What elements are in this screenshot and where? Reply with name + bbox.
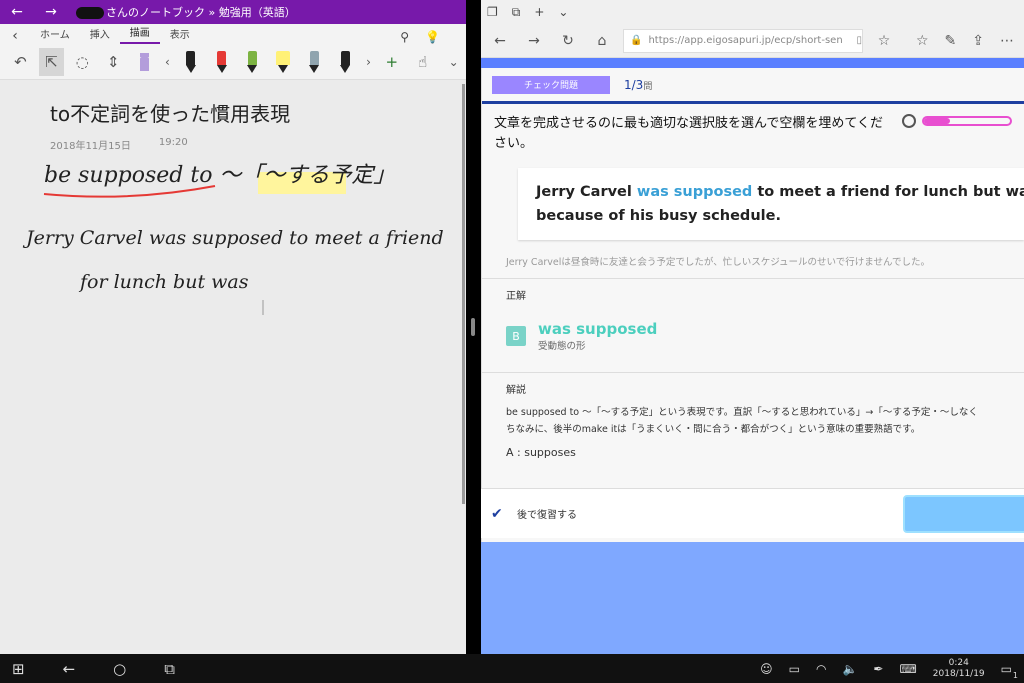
chevron-left-icon[interactable]: ‹ — [0, 28, 30, 44]
question-counter: 1/3問 — [624, 77, 653, 92]
pen-gray[interactable] — [302, 48, 327, 76]
question-sentence: Jerry Carvel was supposed to meet a frie… — [518, 168, 1024, 240]
back-arrow-icon[interactable]: ← — [0, 4, 34, 20]
cortana-icon[interactable]: ○ — [113, 660, 126, 678]
edge-tabbar: ❐ ⧉ + ⌄ — [481, 0, 1024, 24]
review-label[interactable]: 後で復習する — [517, 506, 577, 521]
next-button[interactable] — [903, 495, 1024, 533]
timer — [902, 114, 1012, 128]
url-text[interactable]: https://app.eigosapuri.jp/ecp/short-sen — [648, 35, 850, 46]
volume-icon[interactable]: 🔈 — [842, 662, 857, 676]
chevron-down-icon[interactable]: ⌄ — [558, 5, 568, 19]
back-icon[interactable]: ← — [63, 660, 76, 678]
timer-fill — [924, 118, 950, 124]
tab-preview-icon[interactable]: ⧉ — [512, 5, 521, 20]
lasso-icon[interactable]: ◌ — [70, 48, 95, 76]
redacted-name — [76, 7, 104, 19]
site-header-bar — [481, 58, 1024, 68]
tab-view[interactable]: 表示 — [160, 26, 200, 44]
address-bar-row: ← → ↻ ⌂ 🔒 https://app.eigosapuri.jp/ecp/… — [481, 24, 1024, 58]
new-tab-icon[interactable]: + — [534, 5, 544, 19]
pen-black-2[interactable] — [333, 48, 358, 76]
pen-green[interactable] — [240, 48, 265, 76]
taskbar: ⊞ ← ○ ⧉ ☺ ▭ ◠ 🔈 ✒ ⌨ 0:24 2018/11/19 ▭ 1 — [0, 654, 1024, 683]
ink-line-2: Jerry Carvel was supposed to meet a frie… — [22, 227, 444, 249]
ink-line-3: for lunch but was — [78, 271, 249, 293]
check-question-badge: チェック問題 — [492, 75, 610, 94]
edge-window: ❐ ⧉ + ⌄ ← → ↻ ⌂ 🔒 https://app.eigosapuri… — [481, 0, 1024, 654]
battery-icon[interactable]: ▭ — [789, 662, 800, 676]
explanation-heading: 解説 — [482, 372, 1024, 396]
quiz-header: チェック問題 1/3問 — [482, 68, 1024, 104]
chevron-left-icon[interactable]: ‹ — [163, 48, 173, 76]
home-icon[interactable]: ⌂ — [589, 33, 615, 49]
tabs-aside-icon[interactable]: ❐ — [487, 5, 498, 19]
correct-heading: 正解 — [482, 278, 1024, 302]
instruction-text: 文章を完成させるのに最も適切な選択肢を選んで空欄を埋めてください。 — [494, 114, 1012, 154]
timer-bar — [922, 116, 1012, 126]
share-icon[interactable]: ⇪ — [972, 33, 984, 49]
people-icon[interactable]: ☺ — [760, 662, 773, 676]
clock[interactable]: 0:24 2018/11/19 — [933, 658, 985, 680]
quiz-footer: ✔ 後で復習する — [481, 488, 1024, 538]
notebook-breadcrumb: さんのノートブック » 勉強用（英語） — [76, 4, 296, 20]
favorites-list-icon[interactable]: ☆ — [916, 33, 929, 49]
tab-draw[interactable]: 描画 — [119, 24, 160, 44]
split-grip[interactable] — [471, 318, 475, 336]
tab-insert[interactable]: 挿入 — [80, 26, 120, 44]
note-page[interactable]: to不定詞を使った慣用表現 2018年11月15日 19:20 — [0, 98, 466, 152]
windows-start-icon[interactable]: ⊞ — [12, 660, 25, 678]
review-checkbox[interactable]: ✔ — [491, 506, 511, 522]
onenote-window: ← → さんのノートブック » 勉強用（英語） ‹ ホーム 挿入 描画 表示 ⚲… — [0, 0, 466, 654]
undo-icon[interactable]: ↶ — [8, 48, 33, 76]
scrollbar[interactable] — [462, 84, 465, 504]
task-view-icon[interactable]: ⧉ — [164, 660, 175, 678]
explanation-text: be supposed to ～「～する予定」という表現です。直訳「～すると思わ… — [506, 407, 978, 435]
pen-black[interactable] — [178, 48, 203, 76]
pen-workspace-icon[interactable]: ✒ — [873, 662, 883, 676]
back-icon[interactable]: ← — [487, 33, 513, 49]
stopwatch-icon — [902, 114, 916, 128]
answer-subtext: 受動態の形 — [538, 341, 586, 352]
pen-icon[interactable]: ✎ — [945, 33, 957, 49]
forward-icon[interactable]: → — [521, 33, 547, 49]
onenote-titlebar: ← → さんのノートブック » 勉強用（英語） — [0, 0, 466, 24]
add-space-icon[interactable]: ⇕ — [101, 48, 126, 76]
correct-answer: B was supposed 受動態の形 — [482, 302, 1024, 362]
keyboard-icon[interactable]: ⌨ — [899, 662, 916, 676]
answer-text: was supposed — [538, 320, 658, 338]
type-select-icon[interactable]: ⇱ — [38, 47, 64, 76]
translation-text: Jerry Carvelは昼食時に友達と会う予定でしたが、忙しいスケジュールのせ… — [506, 257, 931, 268]
page-title[interactable]: to不定詞を使った慣用表現 — [50, 98, 466, 127]
split-divider[interactable] — [466, 0, 481, 654]
ribbon-tabs: ‹ ホーム 挿入 描画 表示 ⚲ 💡 — [0, 24, 466, 44]
lock-icon: 🔒 — [630, 35, 643, 46]
ink-line-1: be supposed to ～「～する予定」 — [44, 163, 395, 188]
pen-red[interactable] — [209, 48, 234, 76]
more-icon[interactable]: ⋯ — [1000, 33, 1014, 49]
address-bar[interactable]: 🔒 https://app.eigosapuri.jp/ecp/short-se… — [623, 28, 863, 53]
chevron-down-icon[interactable]: ⌄ — [441, 48, 466, 76]
favorite-star-icon[interactable]: ☆ — [871, 33, 897, 49]
answer-letter-badge: B — [506, 326, 526, 346]
option-a-text: A : supposes — [506, 446, 576, 459]
notification-icon[interactable]: ▭ 1 — [1001, 662, 1018, 680]
touch-draw-icon[interactable]: ☝ — [410, 48, 435, 76]
wifi-icon[interactable]: ◠ — [816, 662, 826, 676]
highlighter-yellow[interactable] — [271, 48, 296, 76]
forward-arrow-icon[interactable]: → — [34, 4, 68, 20]
ink-canvas[interactable]: be supposed to ～「～する予定」 Jerry Carvel was… — [0, 150, 466, 330]
pen-purple[interactable] — [132, 48, 157, 76]
search-icon[interactable]: ⚲ — [400, 30, 409, 44]
add-pen-icon[interactable]: + — [379, 48, 404, 76]
lightbulb-icon[interactable]: 💡 — [425, 30, 440, 44]
refresh-icon[interactable]: ↻ — [555, 33, 581, 49]
draw-toolbar: ↶ ⇱ ◌ ⇕ ‹ › + ☝ ⌄ — [0, 44, 466, 80]
reading-view-icon[interactable]: ▯ — [856, 35, 862, 46]
tab-home[interactable]: ホーム — [30, 26, 80, 44]
quiz-content: チェック問題 1/3問 文章を完成させるのに最も適切な選択肢を選んで空欄を埋めて… — [481, 68, 1024, 542]
chevron-right-icon[interactable]: › — [364, 48, 374, 76]
highlighted-answer: was supposed — [636, 184, 753, 200]
